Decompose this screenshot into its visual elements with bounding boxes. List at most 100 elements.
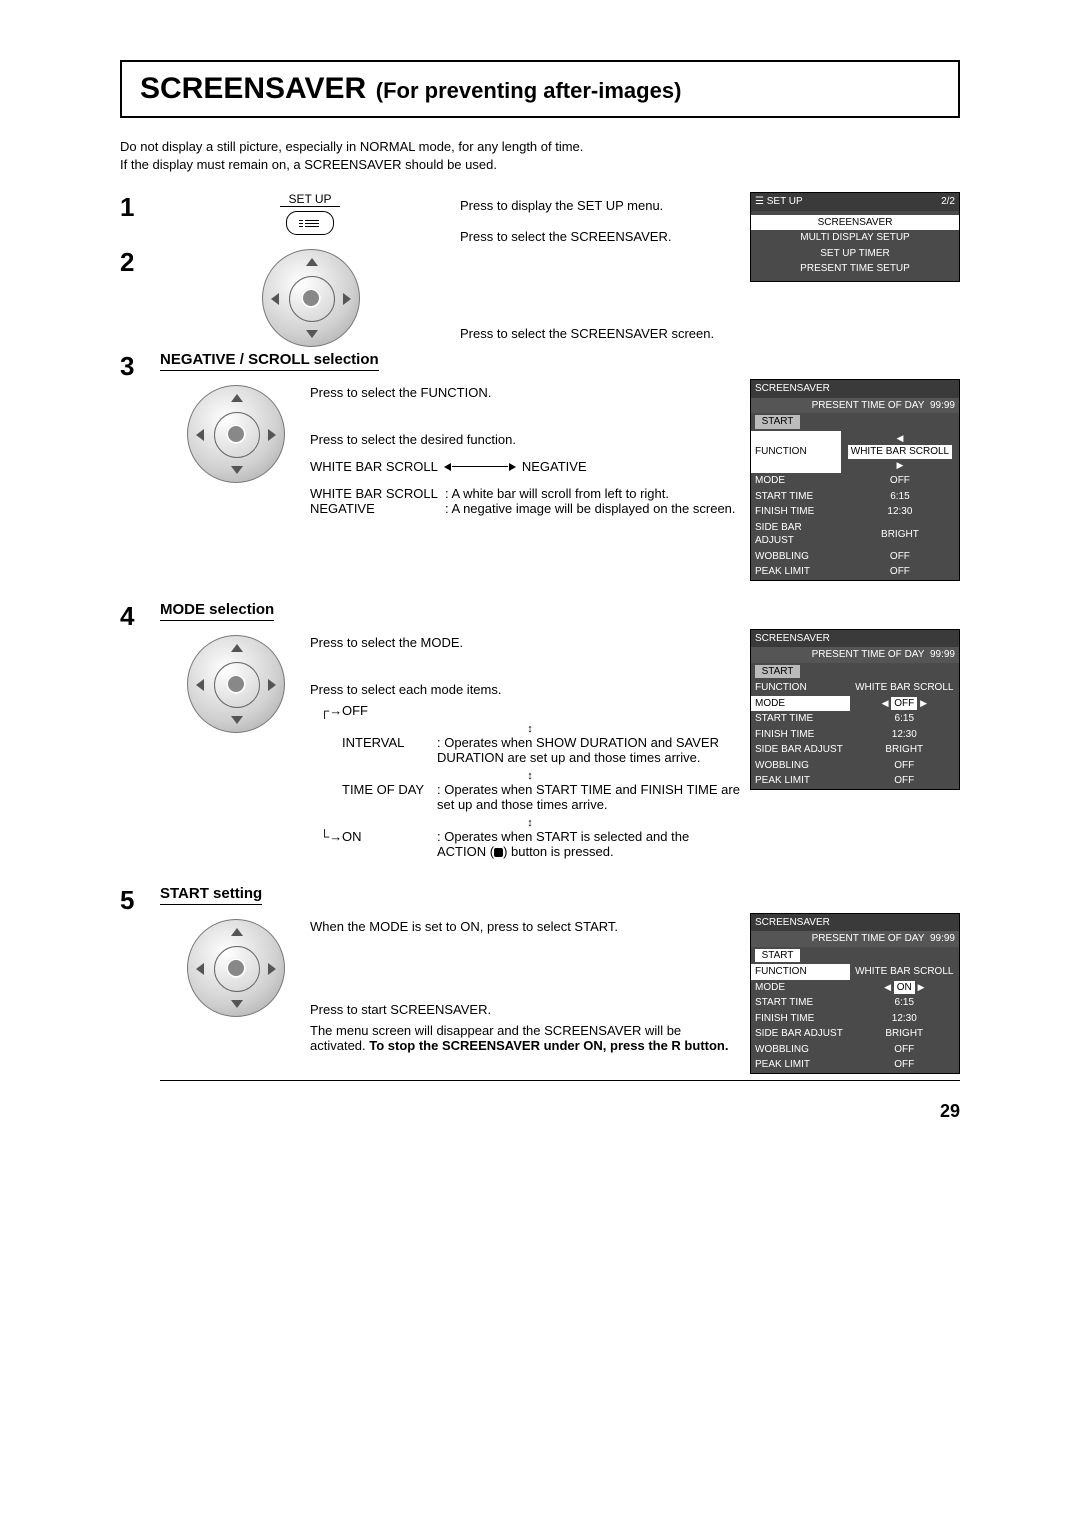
ss-row-val: BRIGHT — [841, 520, 959, 549]
ss-row-val: 12:30 — [850, 727, 959, 743]
bidirectional-arrow-icon — [444, 463, 516, 471]
ss-row-val: 6:15 — [850, 711, 959, 727]
intro-line-1: Do not display a still picture, especial… — [120, 138, 960, 156]
updown-arrow-icon: ↕ — [320, 771, 740, 782]
step3-desc-label: WHITE BAR SCROLL — [310, 486, 445, 501]
ss-row-val: 12:30 — [850, 1011, 959, 1027]
ss-row-val: 12:30 — [841, 504, 959, 520]
ss-row-key: FUNCTION — [751, 431, 841, 474]
nav-pad-icon — [187, 635, 283, 731]
screensaver-menu-screenshot: SCREENSAVER PRESENT TIME OF DAY 99:99 ST… — [750, 379, 960, 581]
ss-row-val: ON — [894, 981, 915, 995]
step3-line-a: Press to select the FUNCTION. — [310, 385, 740, 400]
page-title-box: SCREENSAVER (For preventing after-images… — [120, 60, 960, 118]
ss-row-val: BRIGHT — [850, 1026, 959, 1042]
ss-row-key: SIDE BAR ADJUST — [751, 520, 841, 549]
ss-row-key: WOBBLING — [751, 549, 841, 565]
ss-row-key: PEAK LIMIT — [751, 773, 850, 789]
setup-menu-item: SET UP TIMER — [751, 246, 959, 262]
step5-line-b: Press to start SCREENSAVER. — [310, 1002, 740, 1017]
step-number: 3 — [120, 351, 148, 382]
ss-menu-title: SCREENSAVER — [755, 382, 830, 396]
step3-desc-label: NEGATIVE — [310, 501, 445, 516]
ss-row-val: OFF — [841, 473, 959, 489]
setup-menu-header: SET UP — [767, 196, 803, 207]
mode-name: INTERVAL — [342, 735, 437, 750]
ss-row-val: 6:15 — [850, 995, 959, 1011]
step3-line-b: Press to select the desired function. — [310, 432, 740, 447]
step3-options: WHITE BAR SCROLL NEGATIVE — [310, 459, 587, 474]
step3-desc-text: : A negative image will be displayed on … — [445, 501, 740, 516]
step1-text: Press to display the SET UP menu. — [460, 198, 740, 213]
step3-desc-text: : A white bar will scroll from left to r… — [445, 486, 740, 501]
ss-menu-title: SCREENSAVER — [755, 632, 830, 646]
ss-row-key: FINISH TIME — [751, 727, 850, 743]
step5-line-a: When the MODE is set to ON, press to sel… — [310, 919, 740, 934]
mode-name: TIME OF DAY — [342, 782, 437, 797]
ss-row-key: FUNCTION — [751, 680, 850, 696]
ss-row-key: MODE — [751, 980, 850, 996]
ss-present-label: PRESENT TIME OF DAY — [812, 400, 925, 411]
page-title-main: SCREENSAVER — [140, 72, 366, 105]
ss-row-key: FINISH TIME — [751, 504, 841, 520]
setup-menu-item: SCREENSAVER — [751, 215, 959, 231]
ss-row-val: 6:15 — [841, 489, 959, 505]
mode-name: OFF — [342, 703, 437, 718]
step4-heading: MODE selection — [160, 601, 274, 621]
page-number: 29 — [120, 1101, 960, 1122]
step2-text-a: Press to select the SCREENSAVER. — [460, 229, 740, 244]
step3-option-right: NEGATIVE — [522, 459, 587, 474]
mode-desc: : Operates when START is selected and th… — [437, 829, 740, 859]
ss-row-val: OFF — [850, 1042, 959, 1058]
setup-menu-page: 2/2 — [941, 195, 955, 209]
step-number: 4 — [120, 601, 148, 632]
ss-row-key: PEAK LIMIT — [751, 1057, 850, 1073]
nav-pad-icon — [187, 385, 283, 481]
ss-row-val: WHITE BAR SCROLL — [850, 964, 959, 980]
mode-name: ON — [342, 829, 437, 844]
setup-button-label: SET UP — [280, 192, 340, 207]
ss-row-key: SIDE BAR ADJUST — [751, 742, 850, 758]
ss-row-val: OFF — [841, 564, 959, 580]
ss-row-val: OFF — [850, 773, 959, 789]
setup-menu-screenshot: ☰ SET UP 2/2 SCREENSAVER MULTI DISPLAY S… — [750, 192, 960, 282]
ss-present-value: 99:99 — [930, 933, 955, 944]
ss-row-key: FUNCTION — [751, 964, 850, 980]
screensaver-menu-screenshot: SCREENSAVER PRESENT TIME OF DAY 99:99 ST… — [750, 629, 960, 790]
ss-row-val: OFF — [891, 697, 917, 711]
ss-present-value: 99:99 — [930, 400, 955, 411]
intro-line-2: If the display must remain on, a SCREENS… — [120, 156, 960, 174]
ss-present-value: 99:99 — [930, 649, 955, 660]
ss-start-label: START — [755, 665, 800, 679]
ss-row-key: MODE — [751, 473, 841, 489]
ss-row-key: WOBBLING — [751, 1042, 850, 1058]
mode-desc: : Operates when START TIME and FINISH TI… — [437, 782, 740, 812]
ss-row-val: OFF — [850, 758, 959, 774]
ss-row-key: FINISH TIME — [751, 1011, 850, 1027]
ss-row-key: START TIME — [751, 995, 850, 1011]
step4-line-a: Press to select the MODE. — [310, 635, 740, 650]
ss-row-key: PEAK LIMIT — [751, 564, 841, 580]
setup-menu-item: PRESENT TIME SETUP — [751, 261, 959, 277]
step2-text-b: Press to select the SCREENSAVER screen. — [460, 326, 740, 341]
updown-arrow-icon: ↕ — [320, 818, 740, 829]
ss-row-val: OFF — [850, 1057, 959, 1073]
step-number: 5 — [120, 885, 148, 916]
mode-desc: : Operates when SHOW DURATION and SAVER … — [437, 735, 740, 765]
ss-row-key: MODE — [751, 696, 850, 712]
ss-row-val: OFF — [841, 549, 959, 565]
screensaver-menu-screenshot: SCREENSAVER PRESENT TIME OF DAY 99:99 ST… — [750, 913, 960, 1074]
step5-heading: START setting — [160, 885, 262, 905]
step4-line-b: Press to select each mode items. — [310, 682, 740, 697]
step-number: 1 — [120, 192, 148, 223]
ss-row-key: START TIME — [751, 711, 850, 727]
ss-row-key: START TIME — [751, 489, 841, 505]
step3-option-left: WHITE BAR SCROLL — [310, 459, 438, 474]
ss-present-label: PRESENT TIME OF DAY — [812, 933, 925, 944]
setup-menu-item: MULTI DISPLAY SETUP — [751, 230, 959, 246]
ss-present-label: PRESENT TIME OF DAY — [812, 649, 925, 660]
page-title-sub: (For preventing after-images) — [376, 78, 682, 103]
ss-row-val: BRIGHT — [850, 742, 959, 758]
ss-row-key: SIDE BAR ADJUST — [751, 1026, 850, 1042]
nav-pad-icon — [262, 249, 358, 345]
